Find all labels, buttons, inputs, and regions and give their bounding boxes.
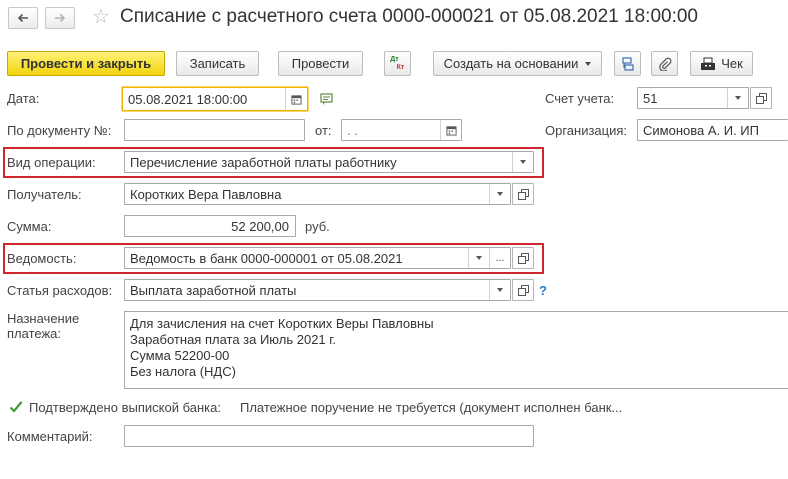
open-window-icon bbox=[517, 188, 529, 200]
purpose-line: Для зачисления на счет Коротких Веры Пав… bbox=[130, 316, 434, 331]
receipt-button[interactable]: Чек bbox=[690, 51, 753, 76]
dt-kt-button[interactable]: Дт Кт bbox=[384, 51, 411, 76]
purpose-textarea[interactable]: Для зачисления на счет Коротких Веры Пав… bbox=[124, 311, 788, 389]
account-dropdown-button[interactable] bbox=[727, 88, 748, 108]
create-based-on-label: Создать на основании bbox=[443, 56, 579, 71]
organization-value: Симонова А. И. ИП bbox=[643, 123, 759, 138]
favorite-star-icon[interactable]: ☆ bbox=[92, 7, 110, 27]
doc-number-label: По документу №: bbox=[7, 123, 112, 138]
open-window-icon bbox=[755, 92, 767, 104]
post-and-close-button[interactable]: Провести и закрыть bbox=[7, 51, 165, 76]
doc-date-value: . . bbox=[347, 123, 358, 138]
statement-open-button[interactable] bbox=[512, 247, 534, 269]
arrow-right-icon bbox=[55, 13, 66, 23]
chevron-down-icon bbox=[520, 160, 526, 164]
statement-field[interactable]: Ведомость в банк 0000-000001 от 05.08.20… bbox=[124, 247, 511, 269]
date-field[interactable]: 05.08.2021 18:00:00 bbox=[122, 87, 308, 111]
message-icon[interactable] bbox=[319, 92, 335, 106]
date-value: 05.08.2021 18:00:00 bbox=[128, 92, 248, 107]
recipient-field[interactable]: Коротких Вера Павловна bbox=[124, 183, 511, 205]
document-structure-icon bbox=[621, 56, 634, 71]
calendar-icon bbox=[445, 125, 457, 136]
structure-button[interactable] bbox=[614, 51, 641, 76]
doc-date-calendar-button[interactable] bbox=[440, 120, 461, 140]
organization-label: Организация: bbox=[545, 123, 628, 138]
open-window-icon bbox=[517, 284, 529, 296]
calendar-button[interactable] bbox=[285, 88, 307, 110]
expense-field[interactable]: Выплата заработной платы bbox=[124, 279, 511, 301]
chevron-down-icon bbox=[735, 96, 741, 100]
expense-dropdown-button[interactable] bbox=[489, 280, 510, 300]
bank-confirmed-label[interactable]: Подтверждено выпиской банка: bbox=[29, 400, 221, 416]
dt-kt-icon-top: Дт bbox=[390, 55, 399, 63]
arrow-left-icon bbox=[17, 13, 28, 23]
chevron-down-icon bbox=[497, 288, 503, 292]
account-label: Счет учета: bbox=[545, 91, 615, 106]
doc-number-input[interactable] bbox=[124, 119, 305, 141]
save-button[interactable]: Записать bbox=[176, 51, 259, 76]
help-icon[interactable]: ? bbox=[539, 283, 547, 298]
purpose-line: Сумма 52200-00 bbox=[130, 348, 230, 363]
cash-register-icon bbox=[701, 57, 716, 70]
attach-button[interactable] bbox=[651, 51, 678, 76]
expense-open-button[interactable] bbox=[512, 279, 534, 301]
purpose-label-line2: платежа: bbox=[7, 326, 61, 341]
window-title: Списание с расчетного счета 0000-000021 … bbox=[120, 6, 698, 27]
paperclip-icon bbox=[658, 57, 672, 71]
operation-select[interactable]: Перечисление заработной платы работнику bbox=[124, 151, 534, 173]
expense-label: Статья расходов: bbox=[7, 283, 113, 298]
back-button[interactable] bbox=[8, 7, 38, 29]
from-label: от: bbox=[315, 123, 332, 138]
currency-label: руб. bbox=[305, 219, 330, 234]
amount-label: Сумма: bbox=[7, 219, 52, 234]
purpose-label-line1: Назначение bbox=[7, 311, 80, 326]
calendar-icon bbox=[291, 94, 302, 105]
dt-kt-icon-bottom: Кт bbox=[396, 63, 405, 71]
doc-date-field[interactable]: . . bbox=[341, 119, 462, 141]
checkmark-icon bbox=[9, 401, 23, 413]
account-value: 51 bbox=[643, 91, 658, 106]
operation-label: Вид операции: bbox=[7, 155, 96, 170]
chevron-down-icon bbox=[476, 256, 482, 260]
date-label: Дата: bbox=[7, 91, 40, 106]
statement-select-button[interactable]: ... bbox=[489, 248, 510, 268]
expense-value: Выплата заработной платы bbox=[130, 283, 297, 298]
recipient-open-button[interactable] bbox=[512, 183, 534, 205]
recipient-dropdown-button[interactable] bbox=[489, 184, 510, 204]
operation-value: Перечисление заработной платы работнику bbox=[130, 155, 397, 170]
operation-dropdown-button[interactable] bbox=[512, 152, 533, 172]
create-based-on-button[interactable]: Создать на основании bbox=[433, 51, 602, 76]
bank-confirmed-checkbox[interactable] bbox=[8, 399, 24, 415]
forward-button[interactable] bbox=[45, 7, 75, 29]
statement-label: Ведомость: bbox=[7, 251, 77, 266]
account-open-button[interactable] bbox=[750, 87, 772, 109]
chevron-down-icon bbox=[585, 61, 592, 66]
receipt-label: Чек bbox=[721, 56, 743, 71]
chevron-down-icon bbox=[497, 192, 503, 196]
organization-field[interactable]: Симонова А. И. ИП bbox=[637, 119, 788, 141]
purpose-line: Заработная плата за Июль 2021 г. bbox=[130, 332, 337, 347]
purpose-line: Без налога (НДС) bbox=[130, 364, 236, 379]
comment-input[interactable] bbox=[124, 425, 534, 447]
payment-order-text: Платежное поручение не требуется (докуме… bbox=[240, 400, 623, 415]
recipient-value: Коротких Вера Павловна bbox=[130, 187, 282, 202]
account-field[interactable]: 51 bbox=[637, 87, 749, 109]
open-window-icon bbox=[517, 252, 529, 264]
amount-input[interactable]: 52 200,00 bbox=[124, 215, 296, 237]
statement-dropdown-button[interactable] bbox=[468, 248, 489, 268]
comment-label: Комментарий: bbox=[7, 429, 93, 444]
statement-value: Ведомость в банк 0000-000001 от 05.08.20… bbox=[130, 251, 403, 266]
post-button[interactable]: Провести bbox=[278, 51, 363, 76]
recipient-label: Получатель: bbox=[7, 187, 82, 202]
amount-value: 52 200,00 bbox=[231, 219, 289, 234]
